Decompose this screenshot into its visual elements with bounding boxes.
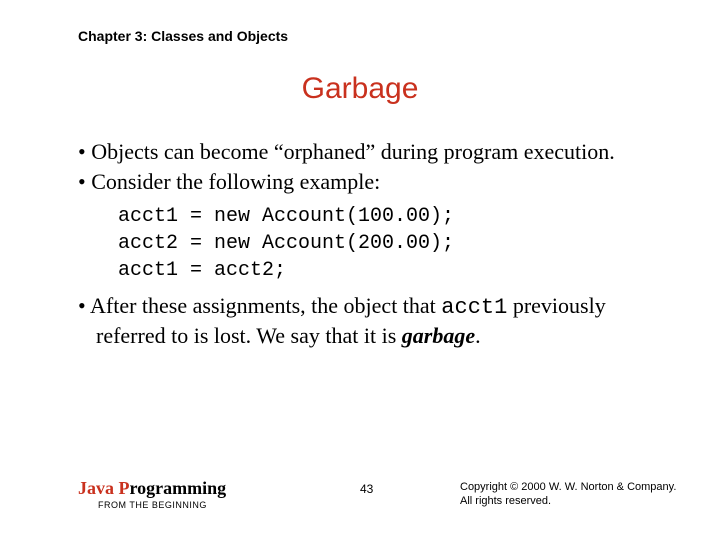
bullet-3: • After these assignments, the object th…	[78, 292, 680, 349]
bullet-2: Consider the following example:	[78, 168, 680, 196]
book-title: Java Programming	[78, 478, 226, 499]
inline-code-acct1: acct1	[441, 295, 507, 320]
para3-post: .	[475, 323, 481, 348]
chapter-header: Chapter 3: Classes and Objects	[78, 28, 288, 44]
book-title-rest: rogramming	[130, 478, 227, 498]
book-title-p: P	[119, 478, 130, 498]
garbage-term: garbage	[402, 323, 475, 348]
copyright-line2: All rights reserved.	[460, 494, 676, 508]
page-number: 43	[360, 482, 373, 496]
copyright-line1: Copyright © 2000 W. W. Norton & Company.	[460, 480, 676, 494]
bullet-1: Objects can become “orphaned” during pro…	[78, 138, 680, 166]
slide-footer: Java Programming FROM THE BEGINNING 43 C…	[78, 478, 690, 518]
copyright: Copyright © 2000 W. W. Norton & Company.…	[460, 480, 676, 509]
code-example: acct1 = new Account(100.00); acct2 = new…	[118, 203, 680, 284]
book-title-java: Java	[78, 478, 119, 498]
para3-pre: After these assignments, the object that	[90, 293, 441, 318]
slide-title: Garbage	[0, 72, 720, 106]
slide-content: Objects can become “orphaned” during pro…	[78, 138, 680, 349]
book-subtitle: FROM THE BEGINNING	[98, 500, 207, 510]
